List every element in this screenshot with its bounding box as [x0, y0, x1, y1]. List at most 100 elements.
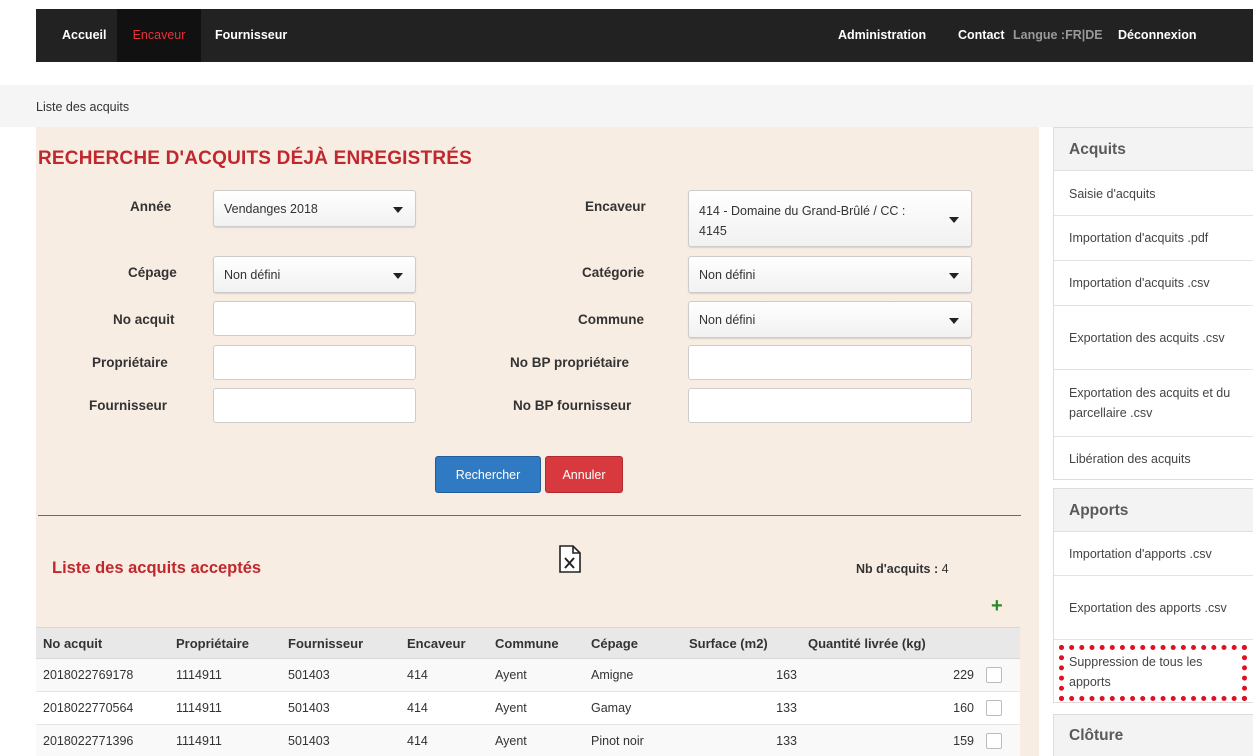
sidebar-item-label: Libération des acquits — [1069, 451, 1191, 466]
cepage-value: Non défini — [224, 268, 281, 282]
table-row[interactable]: 2018022771396 1114911 501403 414 Ayent P… — [36, 725, 1020, 756]
excel-export-icon[interactable] — [559, 545, 581, 576]
commune-select[interactable]: Non défini — [688, 301, 972, 338]
commune-label: Commune — [578, 312, 645, 327]
sidebar-acquits: Acquits Saisie d'acquits Importation d'a… — [1053, 127, 1253, 480]
annee-select[interactable]: Vendanges 2018 — [213, 190, 416, 227]
sidebar-item-label: Saisie d'acquits — [1069, 186, 1156, 201]
nav-deconnexion[interactable]: Déconnexion — [1118, 9, 1197, 62]
cell-encaveur: 414 — [407, 734, 428, 748]
cepage-select[interactable]: Non défini — [213, 256, 416, 293]
cell-cepage: Gamay — [591, 701, 632, 715]
nav-langue[interactable]: Langue :FR|DE — [1013, 9, 1103, 62]
fournisseur-input[interactable] — [213, 388, 416, 423]
encaveur-value-line2: 4145 — [699, 224, 727, 238]
cell-quantite: 159 — [953, 734, 974, 748]
encaveur-select[interactable]: 414 - Domaine du Grand-Brûlé / CC : 4145 — [688, 190, 972, 247]
sidebar-item-import-pdf[interactable]: Importation d'acquits .pdf — [1054, 216, 1253, 261]
cepage-label: Cépage — [128, 265, 177, 280]
chevron-down-icon — [949, 216, 959, 223]
proprietaire-input[interactable] — [213, 345, 416, 380]
sidebar-item-label: Exportation des apports .csv — [1069, 600, 1227, 615]
cell-cepage: Pinot noir — [591, 734, 644, 748]
sidebar-item-liberation[interactable]: Libération des acquits — [1054, 437, 1253, 480]
chevron-down-icon — [949, 272, 959, 279]
col-commune[interactable]: Commune — [495, 636, 559, 651]
add-icon[interactable]: + — [991, 596, 1003, 616]
col-quantite[interactable]: Quantité livrée (kg) — [808, 636, 926, 651]
no-acquit-input[interactable] — [213, 301, 416, 336]
cell-fournisseur: 501403 — [288, 734, 330, 748]
cell-quantite: 160 — [953, 701, 974, 715]
no-bp-proprietaire-label: No BP propriétaire — [510, 355, 630, 370]
highlight-box — [1059, 645, 1247, 701]
cell-no-acquit: 2018022770564 — [43, 701, 134, 715]
row-checkbox[interactable] — [986, 733, 1002, 749]
encaveur-value-line1: 414 - Domaine du Grand-Brûlé / CC : — [699, 204, 906, 218]
nav-accueil[interactable]: Accueil — [62, 9, 106, 62]
no-acquit-label: No acquit — [113, 312, 175, 327]
cell-surface: 163 — [776, 668, 797, 682]
table-header: No acquit Propriétaire Fournisseur Encav… — [36, 627, 1020, 659]
cell-encaveur: 414 — [407, 668, 428, 682]
table-row[interactable]: 2018022769178 1114911 501403 414 Ayent A… — [36, 659, 1020, 692]
cell-commune: Ayent — [495, 668, 527, 682]
sidebar-item-import-apports[interactable]: Importation d'apports .csv — [1054, 533, 1253, 576]
cell-no-acquit: 2018022771396 — [43, 734, 134, 748]
fournisseur-label: Fournisseur — [89, 398, 168, 413]
chevron-down-icon — [393, 272, 403, 279]
sidebar-cloture-title[interactable]: Clôture — [1054, 715, 1253, 756]
sidebar-item-saisie[interactable]: Saisie d'acquits — [1054, 172, 1253, 216]
col-surface[interactable]: Surface (m2) — [689, 636, 768, 651]
encaveur-label: Encaveur — [585, 199, 646, 214]
top-navbar: Accueil Encaveur Fournisseur Administrat… — [36, 9, 1253, 62]
table-row[interactable]: 2018022770564 1114911 501403 414 Ayent G… — [36, 692, 1020, 725]
sidebar-item-label: Exportation des acquits et du parcellair… — [1069, 386, 1231, 420]
col-proprietaire[interactable]: Propriétaire — [176, 636, 249, 651]
annee-label: Année — [130, 199, 172, 214]
count-label: Nb d'acquits : — [856, 562, 939, 576]
chevron-down-icon — [949, 317, 959, 324]
sidebar-item-label: Importation d'acquits .pdf — [1069, 231, 1209, 245]
cell-commune: Ayent — [495, 734, 527, 748]
col-cepage[interactable]: Cépage — [591, 636, 638, 651]
row-checkbox[interactable] — [986, 667, 1002, 683]
breadcrumb[interactable]: Liste des acquits — [36, 100, 129, 114]
row-checkbox[interactable] — [986, 700, 1002, 716]
cell-quantite: 229 — [953, 668, 974, 682]
sidebar-item-export-parcellaire[interactable]: Exportation des acquits et du parcellair… — [1054, 370, 1253, 437]
proprietaire-label: Propriétaire — [92, 355, 168, 370]
col-fournisseur[interactable]: Fournisseur — [288, 636, 363, 651]
list-title: Liste des acquits acceptés — [52, 559, 262, 577]
search-button[interactable]: Rechercher — [435, 456, 541, 493]
no-bp-proprietaire-input[interactable] — [688, 345, 972, 380]
sidebar-cloture: Clôture — [1053, 714, 1253, 756]
sidebar-item-export-csv[interactable]: Exportation des acquits .csv — [1054, 306, 1253, 370]
sidebar-item-export-apports[interactable]: Exportation des apports .csv — [1054, 576, 1253, 640]
cell-proprietaire: 1114911 — [176, 734, 222, 748]
page-title: RECHERCHE D'ACQUITS DÉJÀ ENREGISTRÉS — [38, 148, 472, 169]
divider — [38, 515, 1021, 516]
nav-fournisseur[interactable]: Fournisseur — [215, 9, 287, 62]
nav-administration[interactable]: Administration — [838, 9, 926, 62]
cancel-button[interactable]: Annuler — [545, 456, 623, 493]
nav-contact[interactable]: Contact — [958, 9, 1005, 62]
cell-surface: 133 — [776, 734, 797, 748]
sidebar-item-label: Importation d'acquits .csv — [1069, 276, 1210, 290]
col-encaveur[interactable]: Encaveur — [407, 636, 466, 651]
sidebar-apports-title: Apports — [1054, 489, 1253, 532]
no-bp-fournisseur-input[interactable] — [688, 388, 972, 423]
nav-encaveur[interactable]: Encaveur — [117, 9, 201, 62]
categorie-select[interactable]: Non défini — [688, 256, 972, 293]
cell-cepage: Amigne — [591, 668, 634, 682]
categorie-label: Catégorie — [582, 265, 645, 280]
cell-proprietaire: 1114911 — [176, 668, 222, 682]
sidebar-item-import-csv[interactable]: Importation d'acquits .csv — [1054, 261, 1253, 306]
no-bp-fournisseur-label: No BP fournisseur — [513, 398, 632, 413]
breadcrumb-bar — [0, 85, 1253, 127]
col-no-acquit[interactable]: No acquit — [43, 636, 102, 651]
cell-proprietaire: 1114911 — [176, 701, 222, 715]
sidebar-acquits-title: Acquits — [1054, 128, 1253, 171]
count-value: 4 — [941, 562, 949, 576]
commune-value: Non défini — [699, 313, 756, 327]
